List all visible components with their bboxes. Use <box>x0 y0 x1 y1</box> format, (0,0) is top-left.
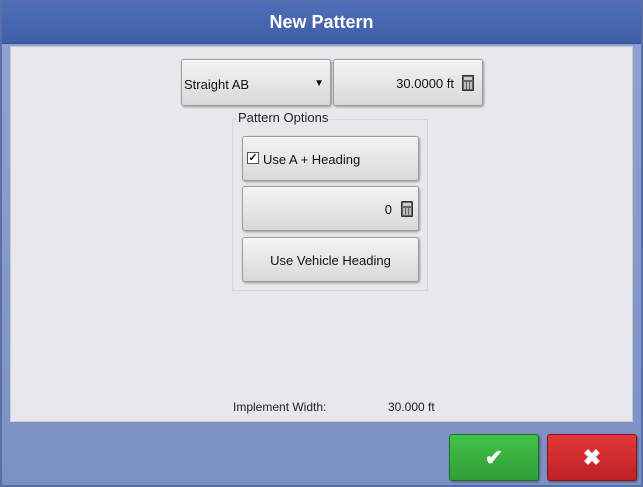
new-pattern-dialog: New Pattern Straight AB ▼ 30.0000 ft Pat… <box>0 0 643 487</box>
use-a-heading-label: Use A + Heading <box>263 152 361 167</box>
checkbox-checked-icon[interactable]: ✓ <box>247 152 259 164</box>
pattern-width-button[interactable]: 30.0000 ft <box>333 59 483 106</box>
ok-button[interactable]: ✔ <box>449 434 539 481</box>
dialog-title: New Pattern <box>2 2 641 44</box>
calculator-icon <box>401 201 413 217</box>
use-a-heading-toggle[interactable]: ✓ Use A + Heading <box>242 136 419 181</box>
cancel-button[interactable]: ✖ <box>547 434 637 481</box>
use-vehicle-heading-label: Use Vehicle Heading <box>270 253 391 268</box>
pattern-options-label: Pattern Options <box>237 110 330 125</box>
heading-value-button[interactable]: 0 <box>242 186 419 231</box>
pattern-type-dropdown[interactable]: Straight AB ▼ <box>181 59 331 106</box>
calculator-icon <box>462 75 474 91</box>
checkmark-icon: ✔ <box>484 444 504 470</box>
close-icon: ✖ <box>582 444 602 470</box>
use-vehicle-heading-button[interactable]: Use Vehicle Heading <box>242 237 419 282</box>
implement-width-value: 30.000 ft <box>388 400 435 414</box>
content-panel: Straight AB ▼ 30.0000 ft Pattern Options… <box>10 46 633 422</box>
pattern-type-value: Straight AB <box>184 77 250 92</box>
heading-value: 0 <box>384 202 392 217</box>
implement-width-label: Implement Width: <box>233 400 327 414</box>
dropdown-arrow-icon: ▼ <box>314 78 324 89</box>
pattern-width-value: 30.0000 ft <box>396 76 454 91</box>
